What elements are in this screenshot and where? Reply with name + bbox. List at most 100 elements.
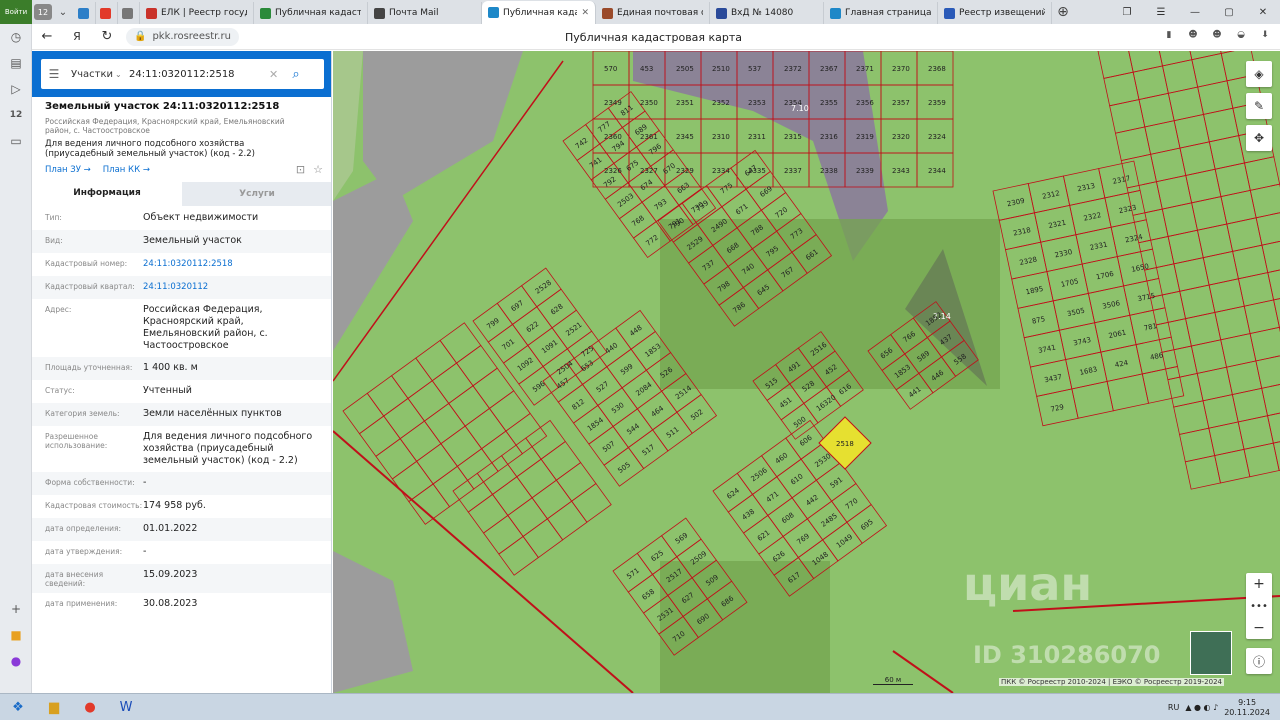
parcel[interactable]	[540, 440, 582, 481]
parcel[interactable]	[464, 407, 507, 450]
chevron-down-icon[interactable]: ⌄	[52, 0, 74, 24]
zoom-in-button[interactable]: +	[1246, 573, 1272, 595]
parcel[interactable]	[366, 375, 409, 417]
parcel[interactable]	[439, 322, 482, 364]
parcel[interactable]	[1267, 265, 1280, 301]
parcel[interactable]	[1214, 448, 1251, 484]
tab-3[interactable]: Публичная кадаст ✕	[482, 1, 596, 24]
parcel[interactable]	[472, 367, 515, 409]
extension-icon[interactable]: ☻	[1186, 28, 1200, 42]
play-icon[interactable]: ▷	[0, 76, 32, 102]
search-icon[interactable]: ⌕	[285, 67, 307, 82]
start-icon[interactable]: ❖	[0, 694, 36, 720]
plan-zu-link[interactable]: План ЗУ →	[45, 165, 91, 175]
language-indicator[interactable]: RU	[1168, 703, 1179, 712]
parcel[interactable]	[432, 465, 475, 508]
maximize-icon[interactable]: ▢	[1212, 0, 1246, 24]
clock[interactable]: 9:15 20.11.2024	[1224, 698, 1270, 718]
tab-6[interactable]: Главная страница	[824, 2, 938, 24]
chat-icon[interactable]: ▭	[0, 128, 32, 154]
attribute-value[interactable]: 24:11:0320112:2518	[143, 258, 331, 270]
parcel[interactable]	[1267, 409, 1280, 444]
parcel[interactable]	[531, 479, 573, 520]
more-icon[interactable]: •••	[1246, 595, 1272, 617]
parcel[interactable]	[516, 458, 557, 499]
plan-kk-link[interactable]: План КК →	[103, 165, 150, 175]
attribute-value[interactable]: 24:11:0320112	[143, 281, 331, 293]
parcel[interactable]	[440, 425, 483, 467]
alice-icon[interactable]: ●	[0, 648, 32, 674]
parcel[interactable]	[507, 497, 548, 538]
close-icon[interactable]: ✕	[1246, 0, 1280, 24]
parcel[interactable]	[522, 518, 564, 559]
parcel[interactable]	[455, 344, 498, 387]
parcel[interactable]	[431, 362, 474, 404]
parcel[interactable]	[407, 380, 450, 422]
notes-icon[interactable]: ▤	[0, 50, 32, 76]
bag-icon[interactable]: ■	[0, 622, 32, 648]
calendar-icon[interactable]: 12	[0, 102, 32, 128]
cadastral-map[interactable]: 2518 7.10 7.14 742 777 811 741 794 689 792 675 7…	[333, 51, 1280, 693]
parcel[interactable]	[488, 390, 531, 432]
word-icon[interactable]: W	[108, 694, 144, 720]
menu-icon[interactable]: ☰	[1144, 0, 1178, 24]
parcel[interactable]	[423, 402, 466, 445]
close-icon[interactable]: ✕	[581, 8, 589, 18]
menu-icon[interactable]: ☰	[41, 67, 67, 81]
parcel[interactable]	[391, 460, 434, 503]
parcel[interactable]	[500, 437, 542, 478]
layers-icon[interactable]: ◈	[1246, 61, 1272, 87]
bookmark-icon[interactable]: ▮	[1162, 28, 1176, 42]
info-icon[interactable]: ⓘ	[1246, 648, 1272, 674]
parcel[interactable]	[415, 339, 458, 382]
parcel[interactable]	[1097, 51, 1134, 79]
tab-counter[interactable]: 12	[34, 4, 52, 20]
parcel[interactable]	[467, 493, 509, 534]
yandex-browser-icon[interactable]: ●	[72, 694, 108, 720]
parcel[interactable]	[448, 385, 491, 427]
login-button[interactable]: Войти	[0, 0, 32, 24]
parcel[interactable]	[1126, 51, 1163, 73]
reload-icon[interactable]: ↻	[92, 24, 122, 50]
parcel[interactable]	[498, 535, 539, 576]
back-icon[interactable]: ←	[32, 24, 62, 50]
clear-icon[interactable]: ✕	[269, 68, 285, 81]
tab-services[interactable]: Услуги	[182, 182, 331, 206]
tab-1[interactable]: Публичная кадастро	[254, 2, 368, 24]
yandex-home-icon[interactable]: Я	[62, 24, 92, 50]
favorite-icon[interactable]: ☆	[313, 163, 323, 176]
parcel[interactable]	[546, 500, 588, 541]
parcel[interactable]	[571, 483, 612, 523]
parcel[interactable]	[1106, 373, 1150, 412]
tab-4[interactable]: Единая почтовая си	[596, 2, 710, 24]
parcel[interactable]	[1261, 238, 1280, 274]
tab-pinned[interactable]	[74, 2, 96, 24]
parcel[interactable]	[476, 455, 518, 495]
locate-icon[interactable]: ✥	[1246, 125, 1272, 151]
basemap-thumbnail[interactable]	[1190, 631, 1232, 675]
add-icon[interactable]: +	[0, 596, 32, 622]
parcel[interactable]	[1272, 436, 1280, 471]
parcel[interactable]	[1071, 380, 1114, 419]
tab-pinned[interactable]	[118, 2, 140, 24]
parcel[interactable]	[491, 476, 533, 516]
map-canvas[interactable]: 2518 7.10 7.14 7427778117417946897926757…	[333, 51, 1280, 693]
search-type-select[interactable]: Участки	[71, 69, 115, 80]
parcel[interactable]	[1141, 365, 1185, 404]
tab-7[interactable]: Реестр извещений	[938, 2, 1052, 24]
parcel[interactable]	[1255, 211, 1280, 246]
parcel[interactable]	[383, 397, 426, 440]
url-field[interactable]: 🔒 pkk.rosreestr.ru	[126, 27, 239, 46]
copy-icon[interactable]: ❐	[1110, 0, 1144, 24]
parcel[interactable]	[416, 443, 458, 485]
parcel[interactable]	[390, 357, 433, 399]
parcel[interactable]	[1261, 381, 1280, 417]
parcel[interactable]	[1185, 51, 1222, 61]
tab-information[interactable]: Информация	[32, 182, 182, 206]
parcel[interactable]	[1273, 293, 1280, 328]
extension-icon[interactable]: ☻	[1210, 28, 1224, 42]
parcel[interactable]	[452, 472, 494, 513]
minimize-icon[interactable]: —	[1178, 0, 1212, 24]
explorer-icon[interactable]: ▆	[36, 694, 72, 720]
zoom-out-button[interactable]: −	[1246, 617, 1272, 639]
